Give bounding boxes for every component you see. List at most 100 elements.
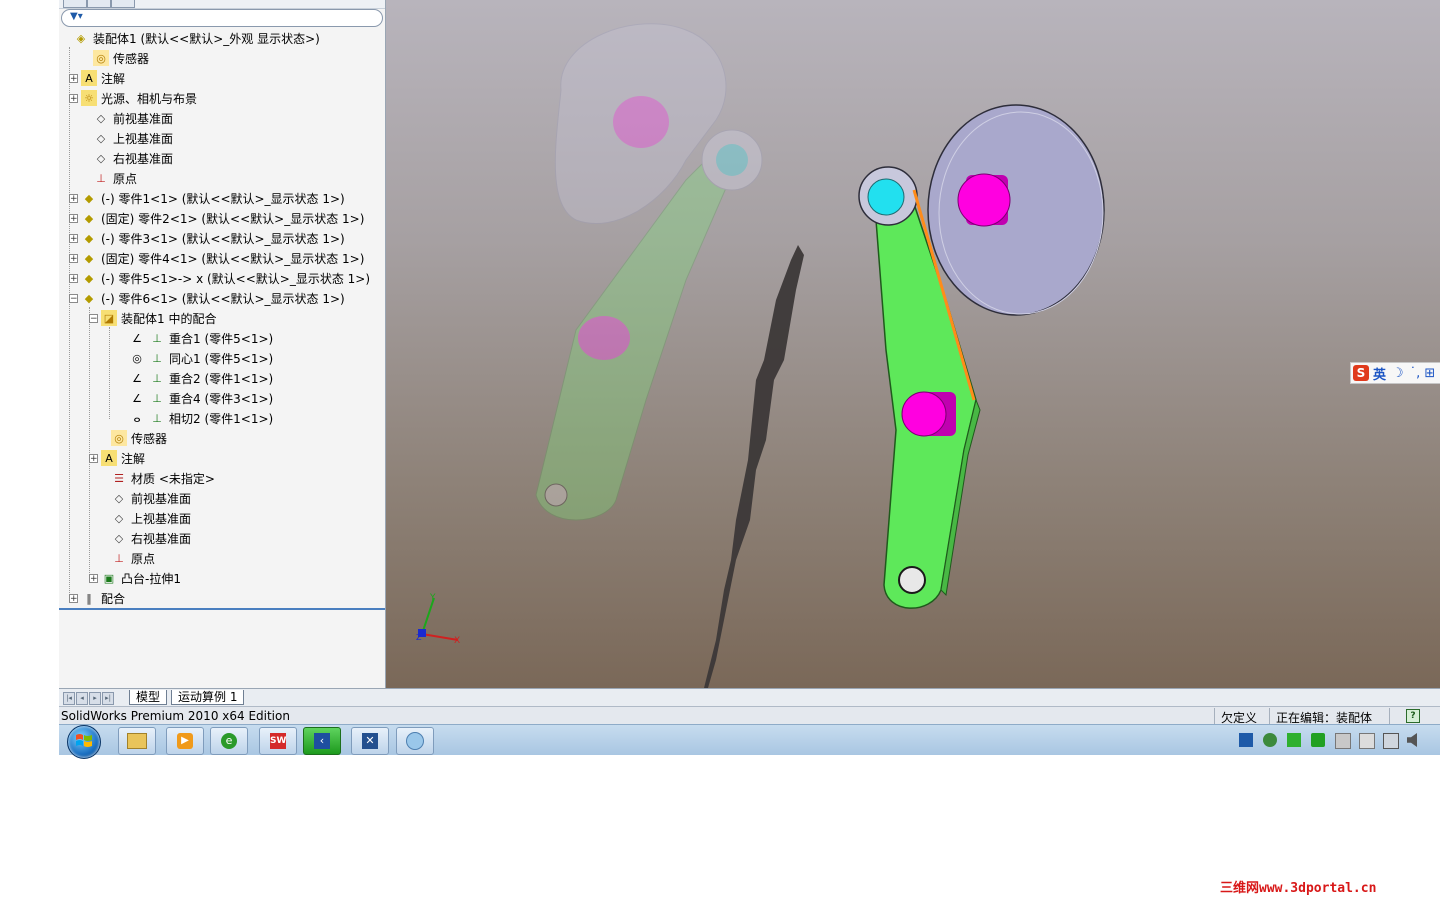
tree-item-label: 相切2 (零件1<1>) (169, 411, 274, 426)
tree-item-12[interactable]: + ◆ (-) 零件5<1>-> x (默认<<默认>_显示状态 1>) (69, 268, 370, 288)
sensor-icon: ◎ (93, 50, 109, 66)
cam-disc[interactable] (927, 104, 1105, 316)
bottom-tab-strip: |◂ ◂ ▸ ▸| 模型 运动算例 1 (59, 688, 1440, 707)
tree-item-17[interactable]: ∠ ⊥ 重合2 (零件1<1>) (117, 368, 273, 388)
help-icon[interactable]: ? (1406, 709, 1420, 723)
tab-model[interactable]: 模型 (129, 690, 168, 705)
tree-item-label: 注解 (121, 451, 146, 466)
fixed-anchor-icon: ⊥ (152, 331, 162, 345)
origin-icon: ⊥ (96, 171, 106, 185)
tray-device-icon[interactable] (1359, 733, 1375, 749)
tree-item-label: (-) 零件6<1> (默认<<默认>_显示状态 1>) (101, 291, 345, 306)
plane-icon: ◇ (96, 131, 106, 145)
tree-item-label: (-) 零件3<1> (默认<<默认>_显示状态 1>) (101, 231, 345, 246)
media-player-taskbar-button[interactable]: ▶ (166, 727, 204, 755)
ime-more-icon[interactable]: ⊞ (1424, 366, 1435, 381)
tree-item-18[interactable]: ∠ ⊥ 重合4 (零件3<1>) (117, 388, 273, 408)
last-tab-nav-icon[interactable]: ▸| (102, 692, 114, 705)
link-pivot-pin[interactable] (901, 391, 956, 437)
speaker-icon[interactable] (1407, 733, 1417, 747)
tree-item-28[interactable]: + ‖ 配合 (69, 588, 125, 608)
tree-item-27[interactable]: + ▣ 凸台-拉伸1 (89, 568, 181, 588)
tree-item-4[interactable]: ◇ 前视基准面 (81, 108, 173, 128)
expand-toggle-icon[interactable]: + (69, 593, 78, 603)
first-tab-nav-icon[interactable]: |◂ (63, 692, 75, 705)
expand-toggle-icon[interactable]: + (69, 233, 78, 243)
tray-display-icon[interactable] (1383, 733, 1399, 749)
tree-item-label: 重合4 (零件3<1>) (169, 391, 274, 406)
expand-toggle-icon[interactable]: + (69, 73, 78, 83)
tree-item-9[interactable]: + ◆ (固定) 零件2<1> (默认<<默认>_显示状态 1>) (69, 208, 364, 228)
tree-item-label: 重合1 (零件5<1>) (169, 331, 274, 346)
paint-taskbar-button[interactable] (396, 727, 434, 755)
graphics-viewport[interactable]: Y X Z (386, 0, 1440, 688)
tree-item-0[interactable]: ◈ 装配体1 (默认<<默认>_外观 显示状态>) (61, 28, 320, 48)
active-taskbar-button[interactable]: ‹ (303, 727, 341, 755)
plane-icon: ◇ (114, 491, 124, 505)
collapse-toggle-icon[interactable]: − (89, 313, 98, 323)
tree-item-20[interactable]: ◎ 传感器 (99, 428, 167, 448)
tray-security-icon[interactable] (1263, 733, 1277, 747)
tree-item-11[interactable]: + ◆ (固定) 零件4<1> (默认<<默认>_显示状态 1>) (69, 248, 364, 268)
tree-filter-input[interactable]: ▼▾ (61, 9, 383, 27)
expand-toggle-icon[interactable]: + (69, 93, 78, 103)
property-manager-tab[interactable] (87, 0, 111, 8)
tree-item-16[interactable]: ◎ ⊥ 同心1 (零件5<1>) (117, 348, 273, 368)
tree-item-6[interactable]: ◇ 右视基准面 (81, 148, 173, 168)
tray-shield-icon[interactable] (1287, 733, 1301, 747)
tree-item-22[interactable]: ☰ 材质 <未指定> (99, 468, 215, 488)
expand-toggle-icon[interactable]: + (69, 253, 78, 263)
sogou-logo-icon[interactable]: S (1353, 365, 1369, 381)
punctuation-toggle[interactable]: ˙, (1410, 366, 1421, 381)
tree-item-3[interactable]: + ☼ 光源、相机与布景 (69, 88, 197, 108)
cyan-pin[interactable] (867, 178, 905, 216)
tree-item-2[interactable]: + A 注解 (69, 68, 125, 88)
configuration-manager-tab[interactable] (111, 0, 135, 8)
tree-item-label: 材质 <未指定> (131, 471, 215, 486)
ime-toolbar[interactable]: S 英 ☽ ˙, ⊞ (1350, 362, 1440, 384)
tree-item-1[interactable]: ◎ 传感器 (81, 48, 149, 68)
collapse-toggle-icon[interactable]: − (69, 293, 78, 303)
tab-motion-study[interactable]: 运动算例 1 (171, 690, 245, 705)
cam-pin[interactable] (957, 173, 1011, 227)
tree-item-23[interactable]: ◇ 前视基准面 (99, 488, 191, 508)
tray-arrow-icon[interactable] (1239, 733, 1253, 747)
prev-tab-nav-icon[interactable]: ◂ (76, 692, 88, 705)
tree-item-21[interactable]: + A 注解 (89, 448, 145, 468)
app-taskbar-button[interactable]: ✕ (351, 727, 389, 755)
tree-item-8[interactable]: + ◆ (-) 零件1<1> (默认<<默认>_显示状态 1>) (69, 188, 345, 208)
tree-item-25[interactable]: ◇ 右视基准面 (99, 528, 191, 548)
tree-item-label: 原点 (131, 551, 156, 566)
tree-item-10[interactable]: + ◆ (-) 零件3<1> (默认<<默认>_显示状态 1>) (69, 228, 345, 248)
next-tab-nav-icon[interactable]: ▸ (89, 692, 101, 705)
tree-item-label: (-) 零件1<1> (默认<<默认>_显示状态 1>) (101, 191, 345, 206)
funnel-icon[interactable]: ▼▾ (70, 11, 83, 22)
moon-icon[interactable]: ☽ (1392, 366, 1404, 381)
ime-language-toggle[interactable]: 英 (1373, 364, 1386, 383)
media-player-icon: ▶ (177, 733, 193, 749)
tray-network-icon[interactable] (1335, 733, 1351, 749)
tree-item-26[interactable]: ⊥ 原点 (99, 548, 155, 568)
tree-item-14[interactable]: − ◪ 装配体1 中的配合 (89, 308, 216, 328)
tree-item-13[interactable]: − ◆ (-) 零件6<1> (默认<<默认>_显示状态 1>) (69, 288, 345, 308)
tree-item-15[interactable]: ∠ ⊥ 重合1 (零件5<1>) (117, 328, 273, 348)
triad-z-label: Z (416, 633, 422, 642)
explorer-taskbar-button[interactable] (118, 727, 156, 755)
tree-item-5[interactable]: ◇ 上视基准面 (81, 128, 173, 148)
tree-item-label: 上视基准面 (131, 511, 192, 526)
expand-toggle-icon[interactable]: + (89, 573, 98, 583)
solidworks-taskbar-button[interactable]: SW (259, 727, 297, 755)
expand-toggle-icon[interactable]: + (69, 193, 78, 203)
expand-toggle-icon[interactable]: + (69, 273, 78, 283)
shadow-silhouette (704, 245, 804, 688)
tree-item-7[interactable]: ⊥ 原点 (81, 168, 137, 188)
feature-tree-tab[interactable] (63, 0, 87, 8)
windows-taskbar: ▶ e SW ‹ ✕ (59, 724, 1440, 759)
ie-taskbar-button[interactable]: e (210, 727, 248, 755)
expand-toggle-icon[interactable]: + (89, 453, 98, 463)
tree-item-19[interactable]: ⴰ ⊥ 相切2 (零件1<1>) (117, 408, 273, 428)
tree-item-24[interactable]: ◇ 上视基准面 (99, 508, 191, 528)
tray-antivirus-icon[interactable] (1311, 733, 1325, 747)
start-button[interactable] (67, 725, 101, 759)
expand-toggle-icon[interactable]: + (69, 213, 78, 223)
